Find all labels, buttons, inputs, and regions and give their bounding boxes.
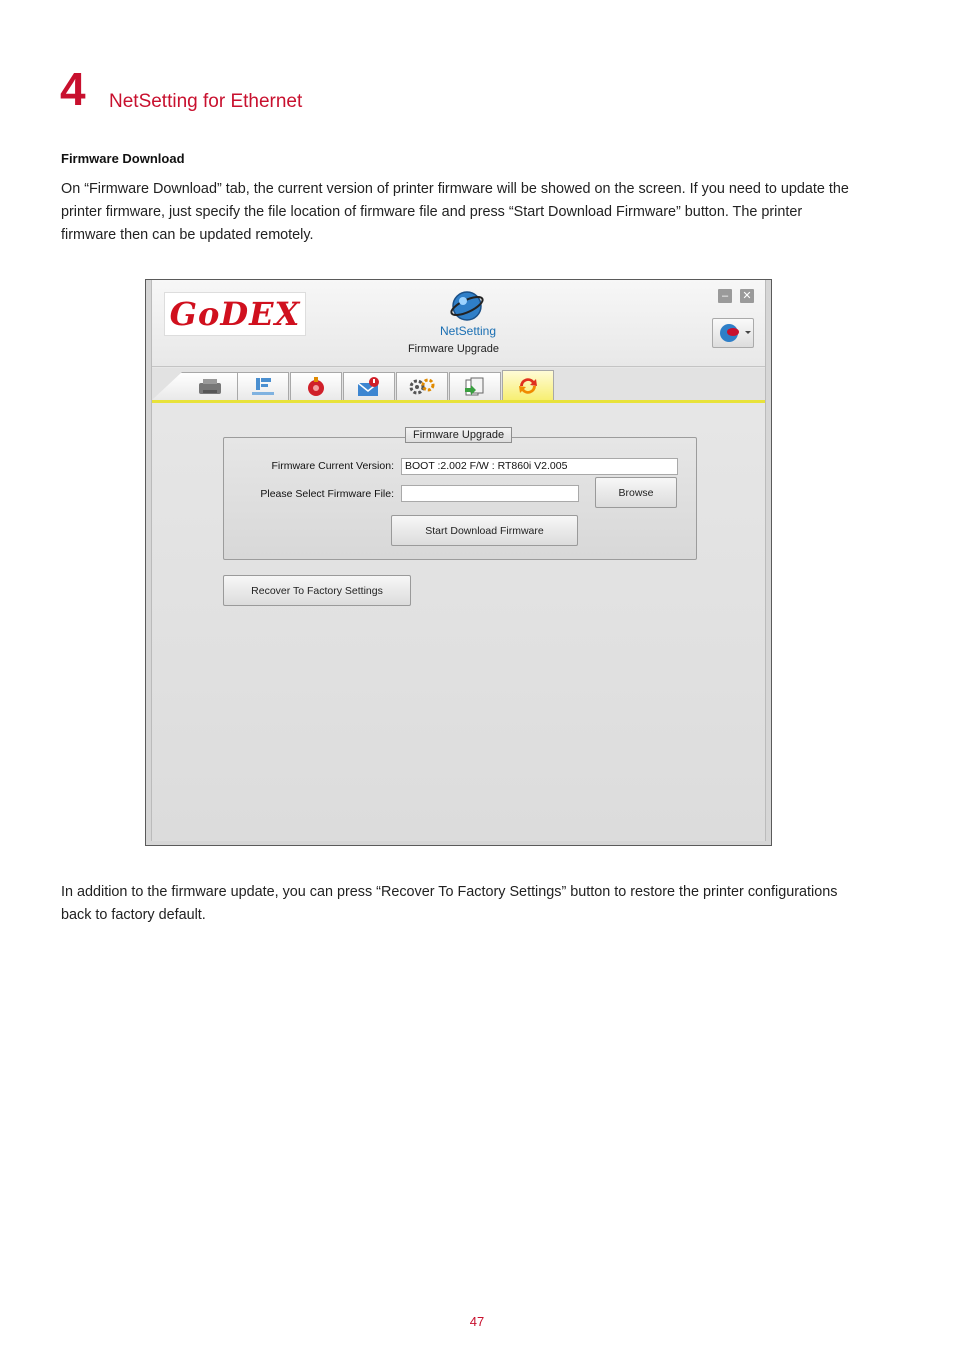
app-header: GoDEX NetSetting Firmware Upgrade – ✕ bbox=[152, 280, 765, 367]
printer-icon bbox=[199, 378, 221, 394]
firmware-file-label: Please Select Firmware File: bbox=[260, 488, 394, 500]
chapter-title: NetSetting for Ethernet bbox=[109, 91, 303, 112]
close-button[interactable]: ✕ bbox=[740, 289, 754, 303]
closing-paragraph: In addition to the firmware update, you … bbox=[61, 884, 838, 923]
start-download-firmware-button[interactable]: Start Download Firmware bbox=[391, 515, 578, 546]
firmware-version-field: BOOT :2.002 F/W : RT860i V2.005 bbox=[401, 458, 678, 475]
gears-icon bbox=[409, 378, 435, 394]
browse-button[interactable]: Browse bbox=[595, 477, 677, 508]
app-name: NetSetting bbox=[440, 324, 497, 338]
network-icon bbox=[252, 377, 274, 395]
tab-mail[interactable] bbox=[343, 372, 395, 400]
tab-configuration[interactable] bbox=[396, 372, 448, 400]
tab-bar bbox=[152, 368, 765, 402]
godex-logo: GoDEX bbox=[164, 292, 306, 336]
group-title: Firmware Upgrade bbox=[405, 427, 513, 443]
file-transfer-icon bbox=[465, 377, 484, 395]
tab-alarm[interactable] bbox=[290, 372, 342, 400]
firmware-version-label: Firmware Current Version: bbox=[271, 460, 394, 472]
globe-language-icon bbox=[720, 324, 751, 342]
mail-alert-icon bbox=[357, 376, 379, 396]
page-number: 47 bbox=[469, 1314, 485, 1329]
chapter-number: 4 bbox=[60, 63, 86, 115]
netsetting-window: GoDEX NetSetting Firmware Upgrade – ✕ Fi… bbox=[145, 279, 772, 846]
app-subtitle: Firmware Upgrade bbox=[407, 343, 500, 355]
recover-factory-settings-button[interactable]: Recover To Factory Settings bbox=[223, 575, 411, 606]
section-heading: Firmware Download bbox=[61, 151, 185, 166]
minimize-button[interactable]: – bbox=[718, 289, 732, 303]
tab-printer[interactable] bbox=[152, 372, 238, 400]
firmware-file-input[interactable] bbox=[401, 485, 579, 502]
tab-firmware-upgrade[interactable] bbox=[502, 370, 554, 400]
intro-paragraph: On “Firmware Download” tab, the current … bbox=[61, 181, 849, 243]
logo-text: GoDEX bbox=[169, 295, 301, 333]
language-button[interactable] bbox=[712, 318, 754, 348]
firmware-upgrade-group: Firmware Upgrade Firmware Current Versio… bbox=[223, 427, 697, 560]
tab-network[interactable] bbox=[237, 372, 289, 400]
netsetting-globe-icon bbox=[450, 291, 484, 321]
tab-file-transfer[interactable] bbox=[449, 372, 501, 400]
refresh-icon bbox=[519, 377, 537, 394]
alarm-icon bbox=[308, 376, 324, 396]
firmware-panel: Firmware Upgrade Firmware Current Versio… bbox=[152, 403, 765, 841]
